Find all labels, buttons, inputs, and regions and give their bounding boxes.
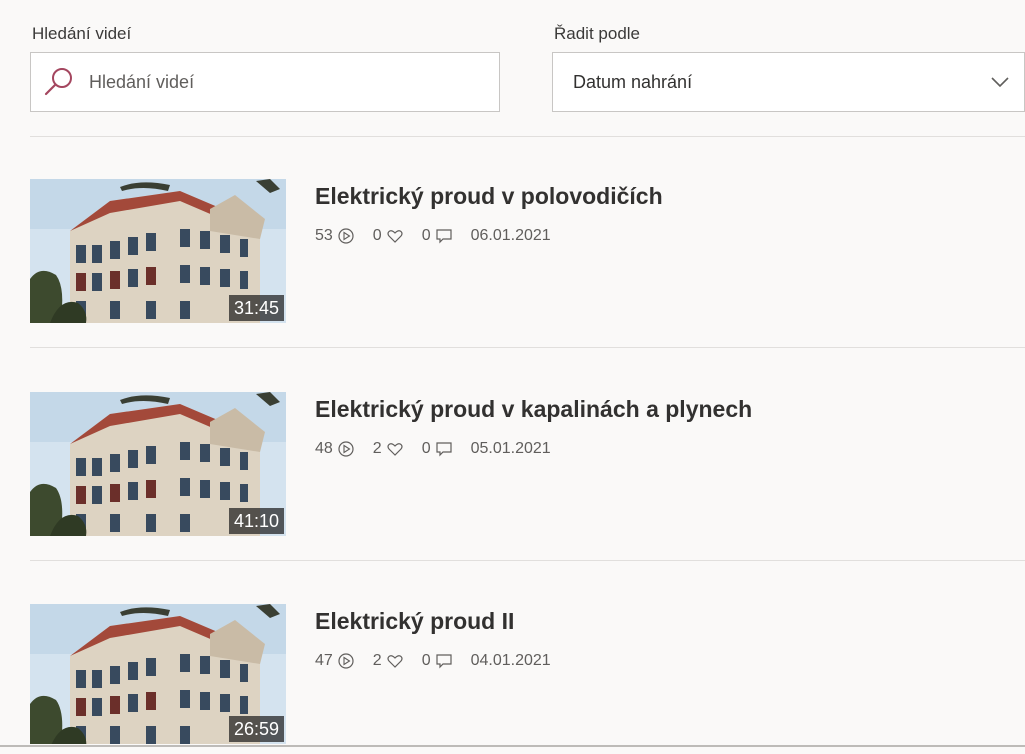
sort-label: Řadit podle <box>554 24 641 43</box>
video-meta: 47 2 0 04.01.2021 <box>315 652 551 670</box>
comments-count: 0 <box>422 227 453 245</box>
comments-count: 0 <box>422 440 453 458</box>
video-duration: 26:59 <box>228 716 284 742</box>
video-list-item[interactable]: 26:59 Elektrický proud II 47 2 0 04.01.2… <box>30 604 1025 754</box>
views-value: 48 <box>315 440 333 457</box>
heart-icon <box>387 655 403 668</box>
comment-icon <box>436 229 452 244</box>
play-circle-icon <box>338 228 354 244</box>
sort-dropdown[interactable]: Datum nahrání <box>552 52 1025 112</box>
divider <box>30 347 1025 348</box>
likes-count: 2 <box>373 652 404 670</box>
bottom-border <box>0 745 1025 747</box>
comments-value: 0 <box>421 227 431 244</box>
video-thumbnail[interactable]: 26:59 <box>30 604 286 744</box>
divider <box>30 136 1025 137</box>
search-label: Hledání videí <box>32 24 132 43</box>
video-thumbnail[interactable]: 31:45 <box>30 179 286 323</box>
video-title[interactable]: Elektrický proud II <box>315 608 514 635</box>
views-value: 53 <box>315 227 333 244</box>
sort-selected-value: Datum nahrání <box>573 71 693 92</box>
video-title[interactable]: Elektrický proud v polovodičích <box>315 183 663 210</box>
comments-value: 0 <box>421 440 431 457</box>
likes-count: 2 <box>373 440 404 458</box>
video-filters: Hledání videí Řadit podle Datum nahrání <box>30 18 1025 128</box>
views-count: 47 <box>315 652 355 670</box>
video-meta: 48 2 0 05.01.2021 <box>315 440 551 458</box>
video-duration: 41:10 <box>228 508 284 534</box>
likes-value: 0 <box>372 227 382 244</box>
video-meta: 53 0 0 06.01.2021 <box>315 227 551 245</box>
divider <box>30 560 1025 561</box>
video-title[interactable]: Elektrický proud v kapalinách a plynech <box>315 396 752 423</box>
views-value: 47 <box>315 652 333 669</box>
comment-icon <box>436 442 452 457</box>
chevron-down-icon <box>988 70 1012 94</box>
comment-icon <box>436 654 452 669</box>
heart-icon <box>387 230 403 243</box>
upload-date: 06.01.2021 <box>470 227 551 244</box>
upload-date: 04.01.2021 <box>470 652 551 669</box>
heart-icon <box>387 443 403 456</box>
likes-value: 2 <box>372 652 382 669</box>
comments-count: 0 <box>422 652 453 670</box>
search-box[interactable] <box>30 52 500 112</box>
video-list-item[interactable]: 41:10 Elektrický proud v kapalinách a pl… <box>30 392 1025 542</box>
video-list-item[interactable]: 31:45 Elektrický proud v polovodičích 53… <box>30 179 1025 329</box>
likes-value: 2 <box>372 440 382 457</box>
views-count: 48 <box>315 440 355 458</box>
video-thumbnail[interactable]: 41:10 <box>30 392 286 536</box>
upload-date: 05.01.2021 <box>470 440 551 457</box>
search-input[interactable] <box>87 70 471 94</box>
likes-count: 0 <box>373 227 404 245</box>
video-duration: 31:45 <box>228 295 284 321</box>
search-icon <box>39 62 79 102</box>
comments-value: 0 <box>421 652 431 669</box>
play-circle-icon <box>338 441 354 457</box>
play-circle-icon <box>338 653 354 669</box>
views-count: 53 <box>315 227 355 245</box>
